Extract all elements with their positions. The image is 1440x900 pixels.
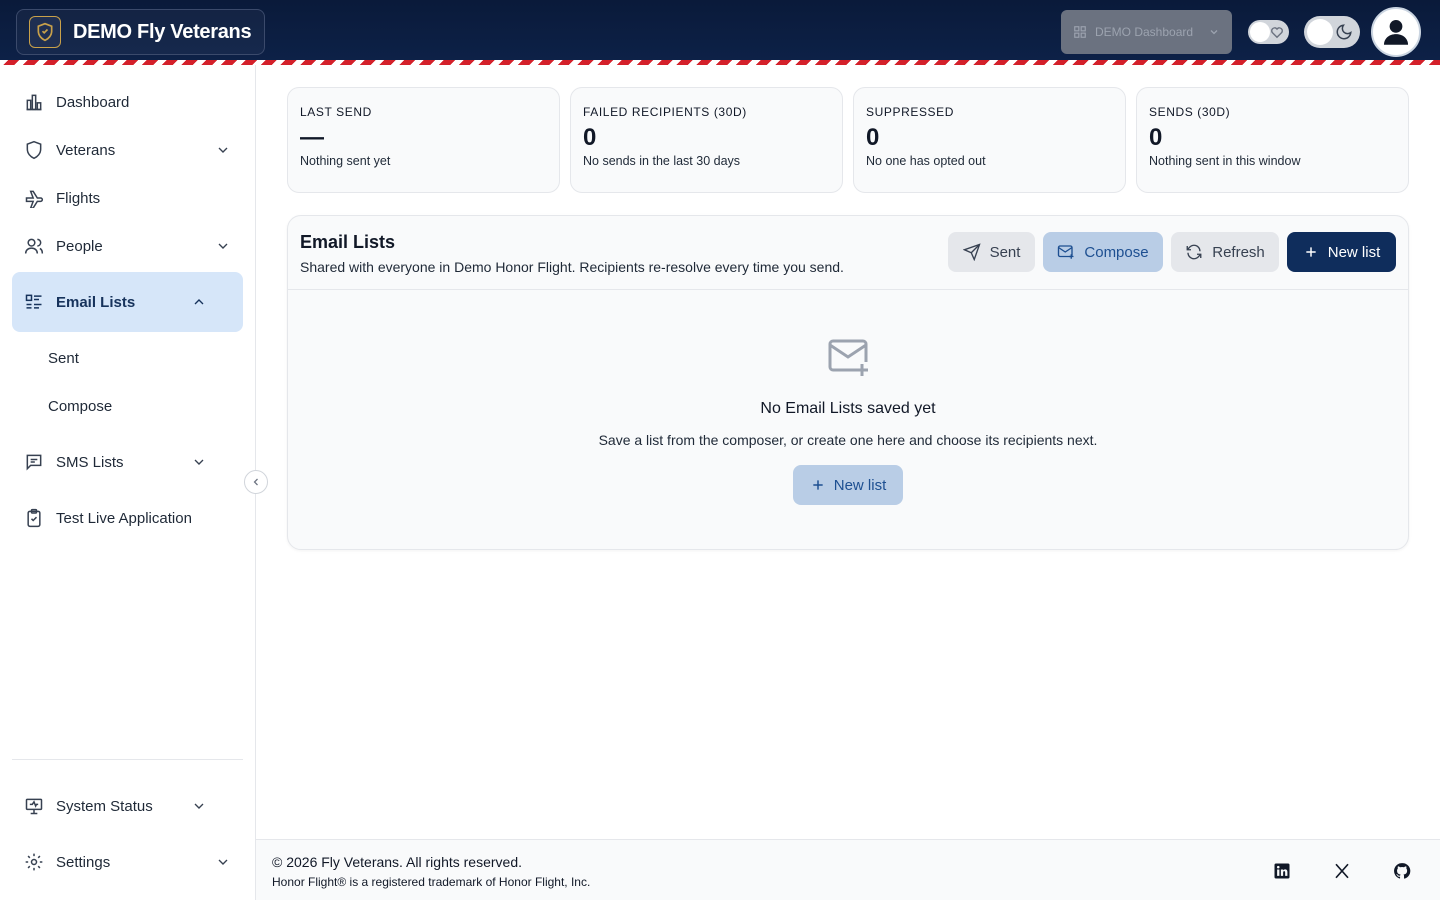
sidebar-item-label: SMS Lists [56, 453, 124, 471]
new-list-button-label: New list [1327, 243, 1381, 261]
plus-icon [1306, 247, 1316, 257]
chevron-down-icon [218, 243, 228, 249]
toggle-knob [1307, 19, 1333, 45]
moon-icon [1336, 24, 1352, 40]
email-lists-card: Email Lists Shared with everyone in Demo… [287, 215, 1409, 550]
plus-icon [813, 480, 823, 490]
monitor-icon [24, 796, 44, 816]
stat-value: 0 [1149, 124, 1163, 151]
sidebar: Dashboard Veterans Flights People Email … [0, 65, 256, 900]
user-icon [1383, 19, 1409, 45]
new-list-button[interactable]: New list [1287, 232, 1396, 272]
sidebar-item-test-live-application[interactable]: Test Live Application [12, 498, 243, 538]
heart-icon [1271, 27, 1283, 39]
brand-title: DEMO Fly Veterans [73, 20, 252, 43]
chevron-down-icon [194, 803, 204, 809]
chevron-down-icon [218, 147, 228, 153]
sidebar-item-system-status[interactable]: System Status [12, 786, 243, 826]
mail-plus-icon [828, 339, 868, 376]
users-icon [24, 236, 44, 256]
bar-chart-icon [24, 92, 44, 112]
stat-card-failed-recipients: FAILED RECIPIENTS (30D) 0 No sends in th… [570, 87, 843, 193]
sidebar-item-label: Email Lists [56, 293, 136, 311]
compose-button-label: Compose [1084, 243, 1149, 261]
stat-card-suppressed: SUPPRESSED 0 No one has opted out [853, 87, 1126, 193]
stat-value: 0 [866, 124, 880, 151]
empty-state-title: No Email Lists saved yet [760, 400, 936, 417]
gear-icon [24, 852, 44, 872]
stat-label: LAST SEND [300, 105, 372, 119]
stat-label: SENDS (30D) [1149, 105, 1231, 119]
footer-copyright: © 2026 Fly Veterans. All rights reserved… [272, 854, 522, 870]
dashboard-select-label: DEMO Dashboard [1095, 25, 1194, 39]
stat-card-last-send: LAST SEND — Nothing sent yet [287, 87, 560, 193]
chevron-down-icon [1210, 30, 1218, 35]
linkedin-icon[interactable] [1273, 862, 1291, 880]
stat-label: SUPPRESSED [866, 105, 955, 119]
sidebar-item-email-lists[interactable]: Email Lists [12, 272, 243, 332]
refresh-icon [1186, 244, 1202, 260]
card-header: Email Lists Shared with everyone in Demo… [288, 216, 1408, 290]
dark-mode-toggle[interactable] [1304, 16, 1360, 48]
refresh-button-label: Refresh [1212, 243, 1265, 261]
stat-sub: No one has opted out [866, 154, 986, 168]
theme-toggle[interactable] [1248, 20, 1289, 44]
sidebar-subitem-compose[interactable]: Compose [48, 398, 112, 415]
sent-button[interactable]: Sent [948, 232, 1035, 272]
chevron-down-icon [194, 459, 204, 465]
grid-icon [1074, 26, 1086, 38]
stat-sub: No sends in the last 30 days [583, 154, 741, 168]
toggle-knob [1250, 22, 1270, 42]
stat-card-sends: SENDS (30D) 0 Nothing sent in this windo… [1136, 87, 1409, 193]
user-avatar[interactable] [1371, 7, 1421, 57]
message-icon [24, 452, 44, 472]
sidebar-item-label: Flights [56, 189, 101, 207]
sidebar-item-label: Dashboard [56, 93, 130, 111]
chevron-up-icon [194, 299, 204, 305]
sidebar-item-veterans[interactable]: Veterans [12, 130, 243, 170]
sidebar-divider [12, 759, 243, 760]
github-icon[interactable] [1393, 862, 1411, 880]
x-twitter-icon[interactable] [1333, 862, 1351, 880]
page-title: Email Lists [300, 232, 396, 252]
chevron-left-icon [253, 478, 258, 486]
brand-link[interactable]: DEMO Fly Veterans [16, 9, 265, 55]
plane-icon [24, 188, 44, 208]
refresh-button[interactable]: Refresh [1171, 232, 1279, 272]
stat-sub: Nothing sent yet [300, 154, 391, 168]
sidebar-item-flights[interactable]: Flights [12, 178, 243, 218]
dashboard-select[interactable]: DEMO Dashboard [1061, 10, 1232, 54]
sent-button-label: Sent [989, 243, 1021, 261]
sidebar-item-dashboard[interactable]: Dashboard [12, 82, 243, 122]
sidebar-item-label: Test Live Application [56, 509, 192, 527]
stat-label: FAILED RECIPIENTS (30D) [583, 105, 747, 119]
empty-new-list-button-label: New list [833, 476, 887, 494]
empty-new-list-button[interactable]: New list [793, 465, 903, 505]
sidebar-item-label: System Status [56, 797, 153, 815]
clipboard-check-icon [24, 508, 44, 528]
shield-icon [24, 140, 44, 160]
list-icon [24, 292, 44, 312]
top-header: DEMO Fly Veterans DEMO Dashboard [0, 0, 1440, 60]
chevron-down-icon [218, 859, 228, 865]
sidebar-item-sms-lists[interactable]: SMS Lists [12, 442, 243, 482]
stat-value: 0 [583, 124, 597, 151]
empty-state-description: Save a list from the composer, or create… [598, 432, 1098, 448]
page-description: Shared with everyone in Demo Honor Fligh… [300, 259, 844, 275]
footer: © 2026 Fly Veterans. All rights reserved… [256, 839, 1440, 900]
stat-value: — [300, 124, 324, 151]
shield-logo-icon [29, 16, 61, 48]
send-icon [962, 243, 981, 261]
sidebar-item-people[interactable]: People [12, 226, 243, 266]
stat-sub: Nothing sent in this window [1149, 154, 1301, 168]
footer-trademark: Honor Flight® is a registered trademark … [272, 875, 591, 889]
sidebar-item-settings[interactable]: Settings [12, 842, 243, 882]
sidebar-subitem-sent[interactable]: Sent [48, 350, 79, 367]
compose-button[interactable]: Compose [1043, 232, 1163, 272]
sidebar-collapse-button[interactable] [244, 470, 268, 494]
mail-plus-icon [1058, 245, 1074, 259]
